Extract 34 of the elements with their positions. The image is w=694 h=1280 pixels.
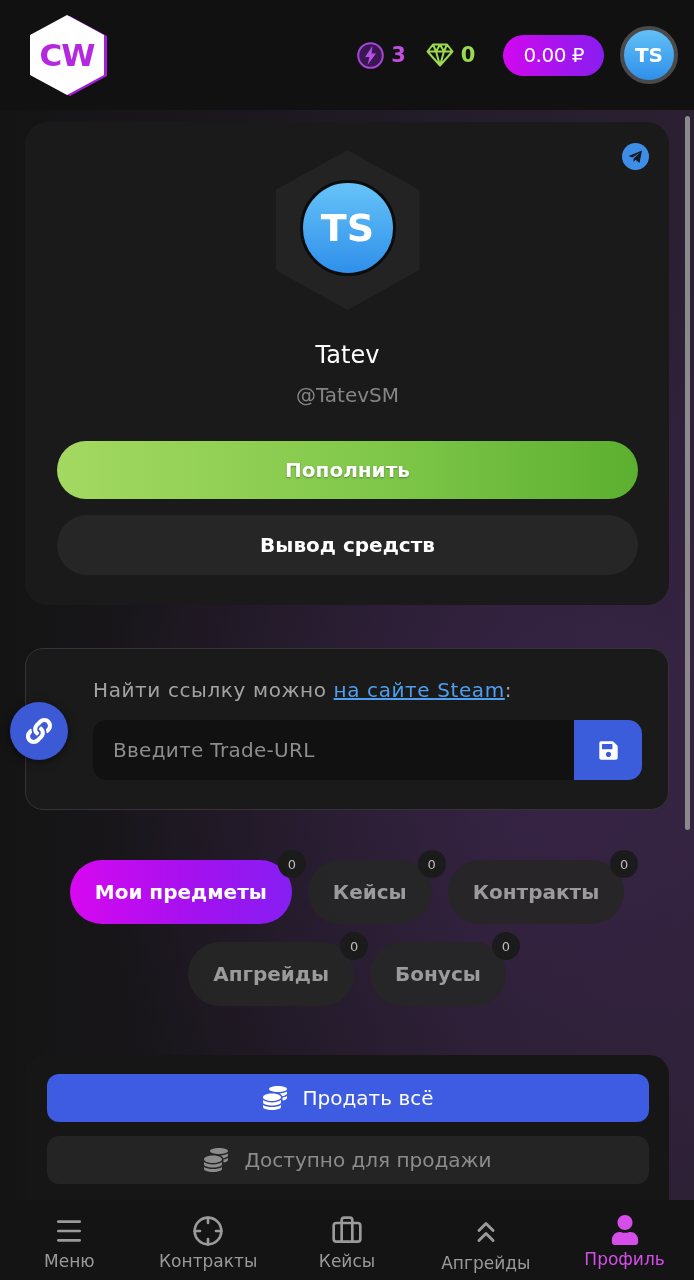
sell-all-button[interactable]: Продать всё (47, 1074, 649, 1122)
nav-item[interactable]: Профиль (555, 1200, 694, 1280)
count-badge: 0 (340, 932, 369, 960)
coins-icon (204, 1148, 229, 1172)
save-button[interactable] (574, 720, 642, 780)
diamond-icon (425, 43, 454, 67)
count-badge: 0 (610, 850, 639, 878)
scrollbar[interactable] (685, 116, 690, 830)
steam-link[interactable]: на сайте Steam (333, 678, 505, 702)
trade-url-hint: Найти ссылку можно на сайте Steam: (93, 677, 514, 703)
logo[interactable]: CW (30, 15, 104, 95)
coins-icon (262, 1086, 287, 1110)
link-icon (10, 702, 68, 760)
nav-item[interactable]: Апгрейды (416, 1200, 556, 1280)
nav-item[interactable]: Меню (0, 1200, 139, 1280)
lightning-icon (357, 41, 385, 69)
trade-url-input[interactable]: Введите Trade-URL (93, 720, 574, 780)
save-icon (597, 739, 619, 761)
count-badge: 0 (277, 850, 306, 878)
profile-avatar: TS (299, 180, 396, 276)
balance-button[interactable]: 0.00 ₽ (503, 34, 604, 76)
nav-item[interactable]: Кейсы (277, 1200, 417, 1280)
profile-username: @TatevSM (295, 382, 400, 408)
count-badge: 0 (417, 850, 446, 878)
crosshair-icon (192, 1215, 225, 1247)
available-for-sale-button[interactable]: Доступно для продажи (47, 1136, 649, 1184)
gems-count: 0 (460, 43, 476, 67)
telegram-icon[interactable] (622, 143, 649, 170)
profile-name: Tatev (315, 340, 380, 370)
person-icon (609, 1215, 640, 1245)
count-badge: 0 (491, 932, 520, 960)
energy-count: 3 (391, 43, 406, 67)
withdraw-button[interactable]: Вывод средств (57, 515, 638, 575)
nav-item[interactable]: Контракты (138, 1200, 278, 1280)
